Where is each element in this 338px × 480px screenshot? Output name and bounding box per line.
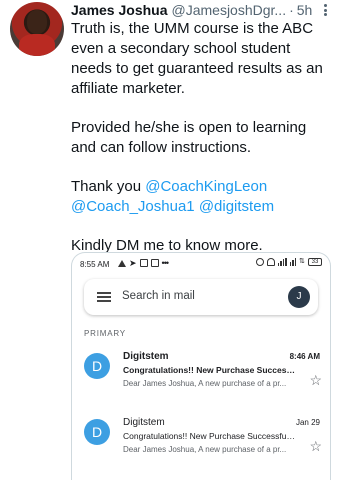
signal-icon	[277, 258, 287, 266]
email-row[interactable]: D Digitstem 8:46 AM Congratulations!! Ne…	[72, 349, 330, 409]
email-row[interactable]: D Digitstem Jan 29 Congratulations!! New…	[72, 415, 330, 475]
status-dots: •••	[161, 258, 170, 268]
alarm-icon	[255, 258, 264, 266]
email-sender: Digitstem	[123, 351, 169, 362]
signal-2-icon	[289, 258, 296, 266]
mention-link[interactable]: @CoachKingLeon	[145, 178, 267, 195]
tweet-text: Truth is, the UMM course is the ABC even…	[71, 19, 333, 256]
tweet-header: James Joshua @JamesjoshDgr... · 5h	[71, 0, 333, 20]
email-date: Jan 29	[295, 418, 320, 427]
star-icon[interactable]: ☆	[309, 373, 322, 387]
email-snippet: Dear James Joshua, A new purchase of a p…	[123, 379, 287, 388]
email-subject: Congratulations!! New Purchase Successfu…	[123, 365, 295, 375]
battery-icon: 33	[308, 258, 322, 266]
author-name[interactable]: James Joshua	[71, 2, 168, 18]
avatar-body	[19, 34, 55, 56]
data-icon: ⇅	[299, 258, 305, 265]
tweet-paragraph-1: Truth is, the UMM course is the ABC even…	[71, 20, 323, 97]
tweet-paragraph-2: Provided he/she is open to learning and …	[71, 119, 307, 156]
email-date: 8:46 AM	[289, 352, 320, 361]
phone-status-bar: 8:55 AM ➤ ••• ⇅ 33	[72, 253, 330, 275]
account-avatar[interactable]: J	[288, 286, 310, 308]
star-icon[interactable]: ☆	[309, 439, 322, 453]
email-subject: Congratulations!! New Purchase Successfu…	[123, 431, 295, 441]
gallery-icon	[139, 259, 148, 267]
author-handle[interactable]: @JamesjoshDgr...	[172, 2, 287, 18]
mention-link[interactable]: @digitstem	[199, 198, 274, 215]
tweet-time[interactable]: 5h	[297, 2, 313, 18]
attached-screenshot[interactable]: 8:55 AM ➤ ••• ⇅ 33 Search in mail J PRIM…	[71, 252, 331, 480]
mention-link[interactable]: @Coach_Joshua1	[71, 198, 195, 215]
primary-section-label: PRIMARY	[84, 329, 126, 338]
image-icon	[150, 259, 159, 267]
send-icon: ➤	[129, 258, 137, 268]
email-snippet: Dear James Joshua, A new purchase of a p…	[123, 445, 287, 454]
search-input[interactable]: Search in mail	[122, 290, 195, 302]
avatar-face	[27, 10, 47, 34]
email-sender: Digitstem	[123, 417, 165, 428]
headset-icon	[266, 258, 275, 266]
more-icon[interactable]	[318, 2, 332, 18]
warning-icon	[118, 259, 126, 267]
tweet-paragraph-3: Thank you @CoachKingLeon @Coach_Joshua1 …	[71, 177, 333, 217]
separator-dot: ·	[289, 2, 294, 18]
menu-icon[interactable]	[97, 292, 111, 302]
sender-avatar: D	[84, 419, 110, 445]
status-time: 8:55 AM	[80, 260, 110, 269]
tweet[interactable]: James Joshua @JamesjoshDgr... · 5h Truth…	[0, 0, 338, 480]
gmail-search-bar[interactable]: Search in mail J	[84, 279, 318, 315]
sender-avatar: D	[84, 353, 110, 379]
author-avatar[interactable]	[10, 2, 64, 56]
thank-you-text: Thank you	[71, 178, 146, 195]
